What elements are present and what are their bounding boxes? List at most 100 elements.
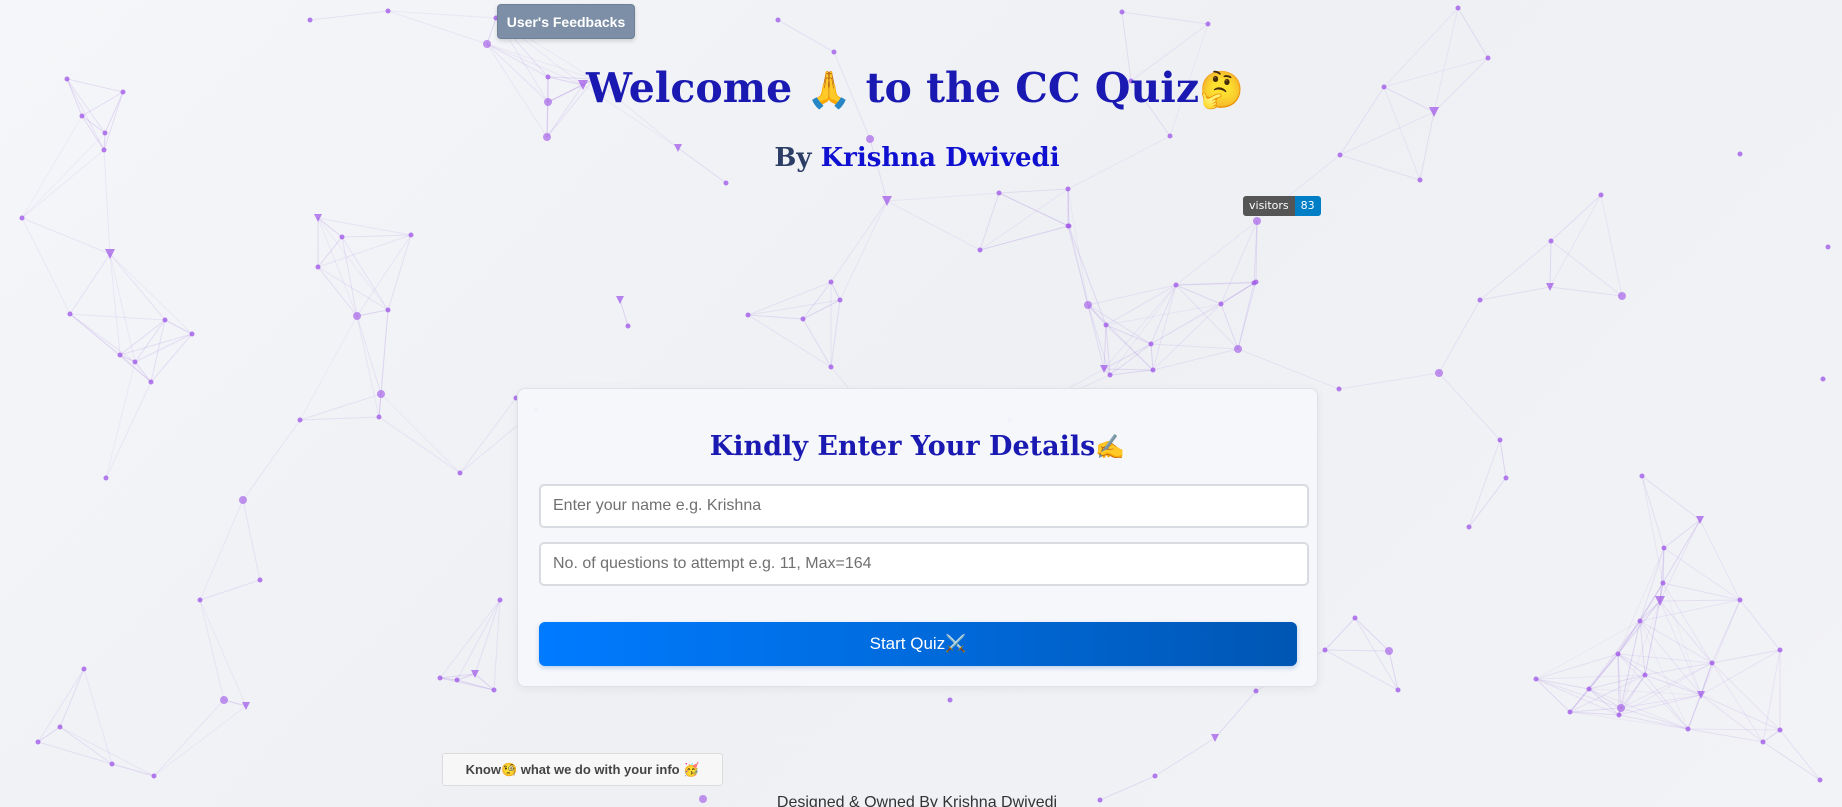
network-edge (109, 253, 166, 321)
network-edge (1762, 729, 1781, 743)
network-edge (153, 705, 247, 777)
network-edge (199, 579, 261, 601)
network-edge (1700, 649, 1781, 696)
network-edge (59, 726, 113, 765)
network-node (491, 687, 497, 693)
name-input[interactable] (539, 484, 1309, 528)
network-node (1148, 341, 1154, 347)
network-node (307, 17, 313, 23)
network-node (19, 215, 25, 221)
network-edge (1550, 240, 1623, 297)
network-edge (1067, 225, 1107, 326)
network-node (1820, 376, 1826, 382)
network-node (1503, 475, 1509, 481)
folded-hands-icon: 🙏 (806, 70, 852, 111)
title-welcome-text: Welcome (586, 64, 793, 112)
users-feedbacks-button[interactable]: User's Feedbacks (497, 4, 635, 39)
network-node (1617, 704, 1625, 712)
network-edge (1468, 439, 1501, 528)
network-edge (317, 217, 412, 236)
network-node (947, 697, 953, 703)
network-edge (387, 10, 497, 19)
network-edge (59, 668, 85, 728)
network-edge (1535, 620, 1641, 680)
network-edge (150, 333, 193, 383)
network-edge (1687, 728, 1764, 743)
network-node (102, 130, 108, 136)
network-edge (1154, 737, 1216, 777)
network-edge (1103, 343, 1152, 370)
network-node (457, 470, 463, 476)
network-edge (979, 192, 1000, 251)
network-node-triangle (616, 296, 624, 304)
network-node (1709, 660, 1715, 666)
network-edge (1711, 599, 1741, 664)
network-edge (1324, 649, 1390, 652)
network-edge (998, 188, 1069, 194)
network-edge (1175, 284, 1222, 305)
network-edge (886, 200, 981, 251)
network-node-triangle (1211, 734, 1219, 742)
network-node (1205, 21, 1211, 27)
network-edge (1739, 599, 1781, 651)
network-edge (199, 599, 225, 701)
network-node (977, 247, 983, 253)
network-node (1152, 773, 1158, 779)
network-node (1586, 686, 1592, 692)
network-edge (1641, 475, 1665, 549)
network-edge (830, 200, 888, 283)
footer-credit: Designed & Owned By Krishna Dwivedi (776, 794, 1058, 807)
privacy-info-button[interactable]: Know🧐 what we do with your info 🥳 (442, 753, 723, 786)
network-edge (1067, 188, 1089, 306)
network-node (408, 232, 414, 238)
network-edge (1711, 662, 1781, 731)
network-node (1455, 5, 1461, 11)
page-title: Welcome 🙏 to the CC Quiz🤔 (0, 64, 1830, 112)
network-node (483, 40, 491, 48)
network-edge (387, 234, 412, 311)
network-node (1615, 651, 1621, 657)
network-edge (356, 315, 382, 395)
network-node (353, 312, 361, 320)
network-edge (1617, 547, 1665, 655)
network-edge (356, 315, 380, 418)
question-count-input[interactable] (539, 542, 1309, 586)
network-node (109, 761, 115, 767)
network-edge (1659, 599, 1741, 602)
network-edge (1663, 547, 1741, 601)
network-edge (242, 419, 301, 501)
network-node (189, 331, 195, 337)
start-quiz-button[interactable]: Start Quiz⚔️ (539, 622, 1297, 666)
network-edge (69, 253, 111, 315)
network-edge (1762, 741, 1821, 781)
network-node (543, 133, 551, 141)
network-node (220, 696, 228, 704)
network-node (1777, 647, 1783, 653)
network-edge (59, 726, 155, 777)
network-node (1322, 647, 1328, 653)
network-edge (317, 266, 389, 311)
network-edge (119, 354, 152, 383)
network-edge (486, 17, 497, 45)
network-node (1685, 726, 1691, 732)
network-node (1661, 545, 1667, 551)
network-edge (1550, 194, 1602, 242)
network-edge (1324, 617, 1356, 651)
network-edge (1324, 649, 1399, 691)
network-edge (1639, 547, 1665, 622)
network-node (1103, 322, 1109, 328)
network-node (81, 666, 87, 672)
network-edge (1175, 220, 1258, 286)
network-node (837, 297, 843, 303)
network-edge (341, 234, 412, 238)
network-node (1107, 372, 1113, 378)
network-node (1616, 712, 1622, 718)
network-node (239, 496, 247, 504)
network-edge (1618, 694, 1702, 716)
network-edge (309, 10, 389, 21)
network-node (723, 180, 729, 186)
network-node (117, 352, 123, 358)
network-edge (21, 217, 111, 255)
network-edge (105, 361, 136, 479)
network-edge (109, 253, 193, 335)
